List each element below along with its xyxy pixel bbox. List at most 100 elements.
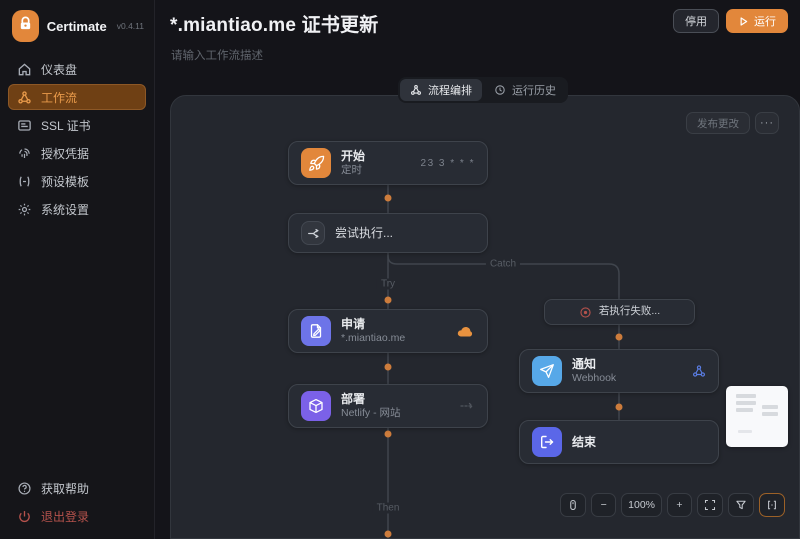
power-icon: [17, 509, 32, 524]
minimap-node: [736, 394, 756, 398]
sidebar-item-label: 获取帮助: [41, 481, 90, 496]
zoom-out-button[interactable]: −: [591, 493, 617, 517]
sidebar-item-label: 退出登录: [41, 509, 90, 524]
brand-row: Certimate v0.4.11: [0, 0, 154, 50]
home-icon: [17, 62, 32, 77]
webhook-icon: [692, 364, 706, 378]
branch-split-icon: [301, 221, 325, 245]
app-logo: [12, 10, 39, 42]
sidebar-footer: 获取帮助 退出登录: [0, 473, 154, 531]
main-area: *.miantiao.me 证书更新 停用 运行 请输入工作流描述 流程编排 运…: [155, 0, 800, 539]
sidebar-item-label: 授权凭据: [41, 146, 90, 161]
sidebar-item-label: 预设模板: [41, 174, 90, 189]
cron-expression: 23 3 * * *: [420, 157, 475, 169]
sidebar-item-logout[interactable]: 退出登录: [8, 503, 146, 529]
minimap-toggle-button[interactable]: [759, 493, 785, 517]
gear-icon: [17, 202, 32, 217]
paper-plane-icon: [532, 356, 562, 386]
filter-nodes-button[interactable]: [728, 493, 754, 517]
node-end[interactable]: 结束: [519, 420, 719, 464]
brand-name: Certimate: [46, 18, 107, 34]
workflow-description-input[interactable]: 请输入工作流描述: [171, 47, 263, 63]
exit-icon: [532, 427, 562, 457]
minimap-node: [738, 430, 752, 433]
sidebar-nav: 仪表盘 工作流 SSL 证书 授权凭据 预设模板 系统设置: [0, 56, 154, 222]
sidebar-item-label: 仪表盘: [41, 62, 78, 77]
workflow-canvas[interactable]: 发布更改 ··· Try Catch Then 开始 定时 23 3 * * *…: [170, 95, 800, 539]
fingerprint-icon: [17, 146, 32, 161]
branch-label-then: Then: [372, 502, 404, 514]
node-subtitle: Webhook: [572, 371, 617, 384]
node-on-fail[interactable]: 若执行失败...: [544, 299, 695, 325]
mouse-icon: [567, 499, 579, 511]
node-apply[interactable]: 申请 *.miantiao.me: [288, 309, 488, 353]
node-start[interactable]: 开始 定时 23 3 * * *: [288, 141, 488, 185]
pause-button[interactable]: 停用: [673, 9, 719, 33]
page-title: *.miantiao.me 证书更新: [170, 15, 379, 36]
sidebar-item-templates[interactable]: 预设模板: [8, 168, 146, 194]
package-icon: [301, 391, 331, 421]
braces-icon: [17, 174, 32, 189]
node-title: 通知: [572, 356, 597, 371]
play-icon: [738, 16, 749, 27]
sidebar-item-dashboard[interactable]: 仪表盘: [8, 56, 146, 82]
sidebar: Certimate v0.4.11 仪表盘 工作流 SSL 证书 授权凭据 预设…: [0, 0, 155, 539]
minimap-node: [762, 412, 778, 416]
node-title: 申请: [341, 316, 366, 331]
workflow-icon: [410, 84, 422, 96]
cloudflare-icon: [457, 325, 475, 338]
tab-label: 流程编排: [428, 85, 472, 97]
more-options-button[interactable]: ···: [755, 112, 779, 134]
sidebar-item-help[interactable]: 获取帮助: [8, 475, 146, 501]
fail-alert-icon: [579, 306, 592, 319]
tab-run-history[interactable]: 运行历史: [484, 79, 566, 101]
view-tabs: 流程编排 运行历史: [398, 77, 568, 103]
minimap-node: [736, 401, 756, 405]
lock-icon: [17, 15, 34, 37]
help-icon: [17, 481, 32, 496]
fit-view-button[interactable]: [697, 493, 723, 517]
node-title: 部署: [341, 391, 366, 406]
sidebar-item-workflows[interactable]: 工作流: [8, 84, 146, 110]
header-actions: 停用 运行: [673, 9, 788, 33]
run-button[interactable]: 运行: [726, 9, 788, 33]
netlify-icon: [459, 400, 475, 412]
pan-mode-button[interactable]: [560, 493, 587, 517]
zoom-level-button[interactable]: 100%: [621, 493, 662, 517]
sidebar-item-credentials[interactable]: 授权凭据: [8, 140, 146, 166]
sidebar-item-certificates[interactable]: SSL 证书: [8, 112, 146, 138]
minimap-node: [762, 405, 778, 409]
certificate-icon: [17, 118, 32, 133]
branch-label-catch: Catch: [485, 258, 521, 270]
history-clock-icon: [494, 84, 506, 96]
minimap[interactable]: [726, 386, 788, 447]
app-version: v0.4.11: [116, 21, 144, 31]
publish-changes-button[interactable]: 发布更改: [686, 112, 750, 134]
sidebar-item-settings[interactable]: 系统设置: [8, 196, 146, 222]
sidebar-item-label: 工作流: [41, 90, 78, 105]
zoom-in-button[interactable]: +: [667, 493, 692, 517]
node-notify[interactable]: 通知 Webhook: [519, 349, 719, 393]
workflow-icon: [17, 90, 32, 105]
certificate-request-icon: [301, 316, 331, 346]
tab-flow-editor[interactable]: 流程编排: [400, 79, 482, 101]
node-subtitle: *.miantiao.me: [341, 331, 406, 344]
rocket-icon: [301, 148, 331, 178]
node-title: 若执行失败...: [598, 305, 661, 318]
branch-label-try: Try: [376, 278, 400, 290]
funnel-icon: [735, 499, 747, 511]
brackets-icon: [766, 499, 778, 511]
run-button-label: 运行: [754, 16, 776, 28]
node-title: 尝试执行...: [335, 225, 394, 240]
tab-label: 运行历史: [512, 85, 556, 97]
fit-corners-icon: [704, 499, 716, 511]
canvas-toolbar: − 100% +: [560, 493, 785, 517]
sidebar-item-label: SSL 证书: [41, 118, 91, 133]
minimap-node: [736, 408, 753, 412]
node-try-block[interactable]: 尝试执行...: [288, 213, 488, 253]
node-title: 开始: [341, 148, 366, 163]
node-subtitle: Netlify - 网站: [341, 406, 401, 419]
app-window: Certimate v0.4.11 仪表盘 工作流 SSL 证书 授权凭据 预设…: [0, 0, 800, 539]
sidebar-item-label: 系统设置: [41, 202, 90, 217]
node-deploy[interactable]: 部署 Netlify - 网站: [288, 384, 488, 428]
